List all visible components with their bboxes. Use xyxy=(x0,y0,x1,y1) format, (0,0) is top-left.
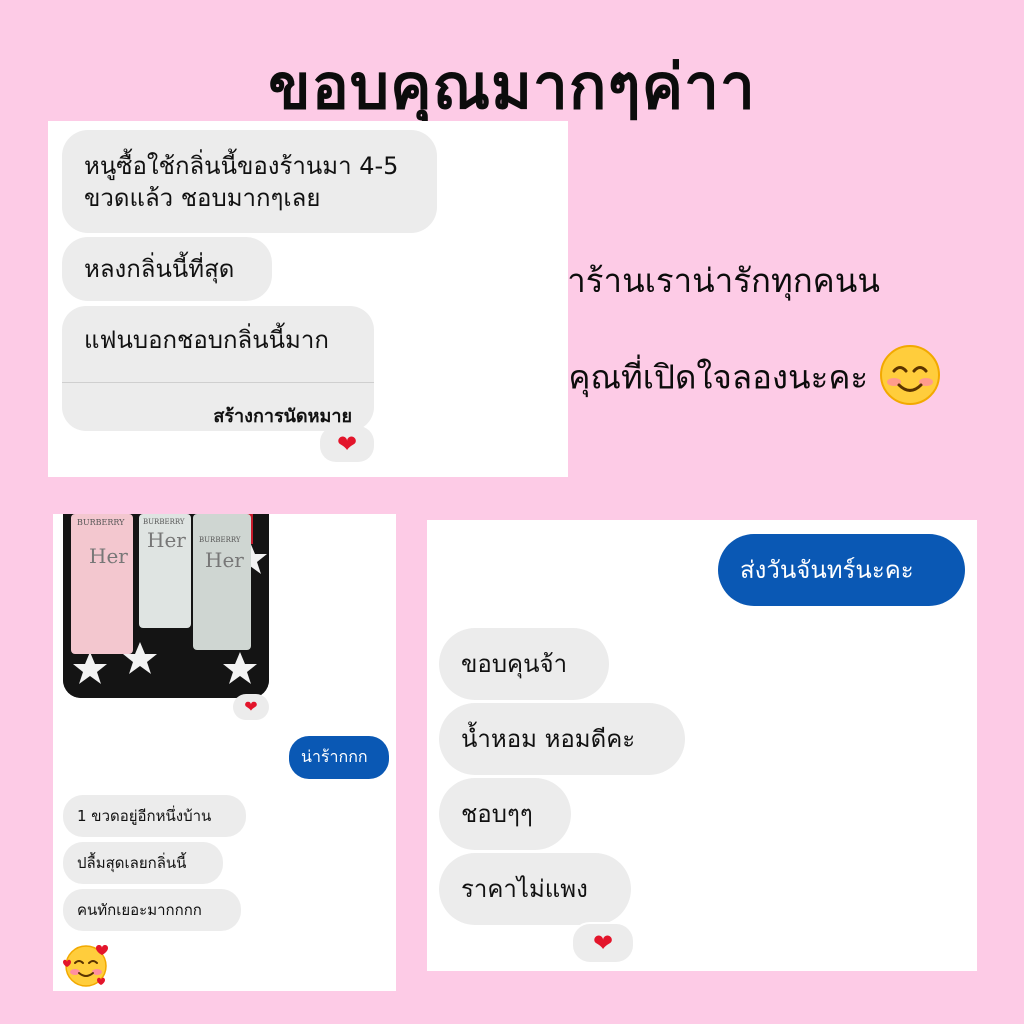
message-bubble: 1 ขวดอยู่อีกหนึ่งบ้าน xyxy=(63,795,246,837)
caption-line-2: ขอบคุณที่เปิดใจลองนะคะ xyxy=(505,344,941,414)
bottle-label-brand: BURBERRY xyxy=(199,536,241,544)
message-bubble: ราคาไม่แพง xyxy=(439,853,631,925)
create-appointment-button[interactable]: สร้างการนัดหมาย xyxy=(62,383,374,431)
sent-message-bubble: ส่งวันจันทร์นะคะ xyxy=(718,534,965,606)
message-bubble: หนูซื้อใช้กลิ่นนี้ของร้านมา 4-5 ขวดแล้ว … xyxy=(62,130,437,233)
message-text: ขอบคุนจ้า xyxy=(461,650,568,678)
message-text: หลงกลิ่นนี้ที่สุด xyxy=(84,255,235,283)
message-text: แฟนบอกชอบกลิ่นนี้มาก xyxy=(84,326,329,354)
message-bubble: หลงกลิ่นนี้ที่สุด xyxy=(62,237,272,301)
bottle-label-name: Her xyxy=(89,544,128,568)
heart-icon: ❤ xyxy=(244,697,258,716)
message-text: น้ำหอม หอมดีคะ xyxy=(461,725,636,753)
smiling-face-with-hearts-icon xyxy=(63,942,109,991)
reaction-badge: ❤ xyxy=(571,922,635,964)
message-text: ปลื้มสุดเลยกลิ่นนี้ xyxy=(77,854,187,872)
sent-message-bubble: น่าร้ากกก xyxy=(289,736,389,779)
chat-screenshot-1: หนูซื้อใช้กลิ่นนี้ของร้านมา 4-5 ขวดแล้ว … xyxy=(48,121,568,477)
heart-icon: ❤ xyxy=(592,929,614,957)
message-text: ขวดแล้ว ชอบมากๆเลย xyxy=(84,184,321,212)
message-bubble: คนทักเยอะมากกกก xyxy=(63,889,241,931)
message-bubble: ขอบคุนจ้า xyxy=(439,628,609,700)
message-bubble: ชอบๆๆ xyxy=(439,778,571,850)
heart-icon: ❤ xyxy=(336,430,358,458)
bottle-label-name: Her xyxy=(147,528,186,552)
bottle-label-name: Her xyxy=(205,548,244,572)
chat-screenshot-3: ส่งวันจันทร์นะคะ ขอบคุนจ้า น้ำหอม หอมดีค… xyxy=(427,520,977,971)
bottle-label-brand: BURBERRY xyxy=(143,518,185,526)
message-text: หนูซื้อใช้กลิ่นนี้ของร้านมา 4-5 xyxy=(84,152,399,180)
message-text: คนทักเยอะมากกกก xyxy=(77,901,202,919)
reaction-badge: ❤ xyxy=(233,694,269,720)
message-text: ราคาไม่แพง xyxy=(461,875,588,903)
message-bubble-with-action: แฟนบอกชอบกลิ่นนี้มาก สร้างการนัดหมาย xyxy=(62,306,374,431)
reaction-badge: ❤ xyxy=(320,426,374,462)
message-text: น่าร้ากกก xyxy=(301,747,368,766)
bottle-label-brand: BURBERRY xyxy=(77,518,125,527)
smiling-face-emoji xyxy=(879,344,941,414)
message-text: ชอบๆๆ xyxy=(461,800,533,828)
message-bubble: ปลื้มสุดเลยกลิ่นนี้ xyxy=(63,842,223,884)
message-bubble: น้ำหอม หอมดีคะ xyxy=(439,703,685,775)
perfume-photo: BURBERRY Her BURBERRY Her BURBERRY Her xyxy=(63,514,269,698)
message-text: ส่งวันจันทร์นะคะ xyxy=(740,556,914,584)
chat-screenshot-2: BURBERRY Her BURBERRY Her BURBERRY Her ❤… xyxy=(53,514,396,991)
message-text: 1 ขวดอยู่อีกหนึ่งบ้าน xyxy=(77,807,212,825)
